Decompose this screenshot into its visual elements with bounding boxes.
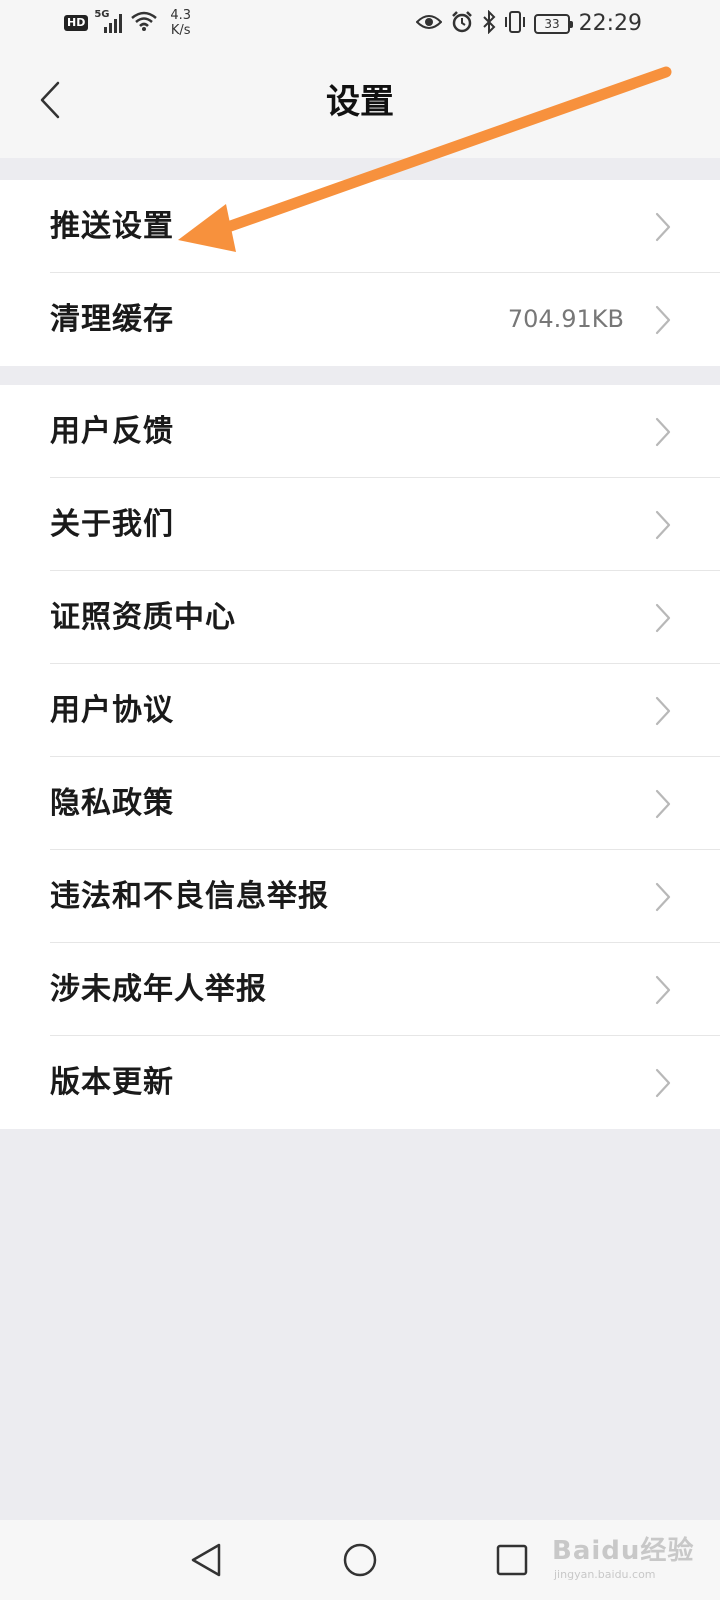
row-label: 用户协议 [50,693,174,728]
row-label: 违法和不良信息举报 [50,879,329,914]
wifi-icon [130,10,158,36]
chevron-right-icon [655,212,671,242]
chevron-right-icon [655,417,671,447]
row-label: 关于我们 [50,507,174,542]
chevron-right-icon [655,975,671,1005]
row-report-minors[interactable]: 涉未成年人举报 [0,943,720,1036]
battery-icon: 33 [534,14,573,34]
row-license-center[interactable]: 证照资质中心 [0,571,720,664]
battery-level: 33 [544,17,560,31]
watermark: Baidu经验 jingyan.baidu.com [552,1522,702,1592]
row-about-us[interactable]: 关于我们 [0,478,720,571]
square-recent-icon [496,1544,528,1576]
row-label: 清理缓存 [50,302,174,337]
settings-group-2: 用户反馈 关于我们 证照资质中心 用户协议 隐私政策 违法和不良信息举报 涉未成… [0,385,720,1129]
row-label: 证照资质中心 [50,600,236,635]
row-label: 推送设置 [50,209,174,244]
row-user-feedback[interactable]: 用户反馈 [0,385,720,478]
chevron-right-icon [655,696,671,726]
eye-icon [415,13,443,35]
triangle-back-icon [191,1543,221,1577]
chevron-right-icon [655,882,671,912]
row-version-update[interactable]: 版本更新 [0,1036,720,1129]
hd-badge: HD [64,15,89,31]
speed-value: 4.3 [170,8,192,23]
signal-icon: 5G [94,9,124,35]
watermark-brand: Baidu经验 [552,1536,695,1566]
clock: 22:29 [578,11,642,36]
status-bar: HD 5G 4.3 K/s 33 22:29 [0,0,720,50]
cache-size-value: 704.91KB [507,305,624,333]
chevron-right-icon [655,603,671,633]
nav-recent-button[interactable] [488,1536,536,1584]
row-push-settings[interactable]: 推送设置 [0,180,720,273]
watermark-url: jingyan.baidu.com [554,1568,656,1581]
circle-home-icon [343,1543,377,1577]
status-left: HD 5G 4.3 K/s [64,8,191,38]
row-privacy-policy[interactable]: 隐私政策 [0,757,720,850]
row-label: 版本更新 [50,1065,174,1100]
row-user-agreement[interactable]: 用户协议 [0,664,720,757]
header: 设置 [0,50,720,158]
row-clear-cache[interactable]: 清理缓存 704.91KB [0,273,720,366]
row-label: 用户反馈 [50,414,174,449]
speed-unit: K/s [170,23,191,38]
alarm-icon [450,10,474,38]
vibrate-icon [504,10,526,38]
page-title: 设置 [326,82,394,122]
chevron-right-icon [655,789,671,819]
nav-back-button[interactable] [182,1536,230,1584]
settings-group-1: 推送设置 清理缓存 704.91KB [0,180,720,366]
network-speed: 4.3 K/s [170,8,191,38]
status-right: 33 [415,9,573,38]
row-report-illegal[interactable]: 违法和不良信息举报 [0,850,720,943]
chevron-right-icon [655,1068,671,1098]
nav-home-button[interactable] [336,1536,384,1584]
row-label: 隐私政策 [50,786,174,821]
chevron-right-icon [655,305,671,335]
chevron-right-icon [655,510,671,540]
row-label: 涉未成年人举报 [50,972,267,1007]
bluetooth-icon [482,9,496,38]
